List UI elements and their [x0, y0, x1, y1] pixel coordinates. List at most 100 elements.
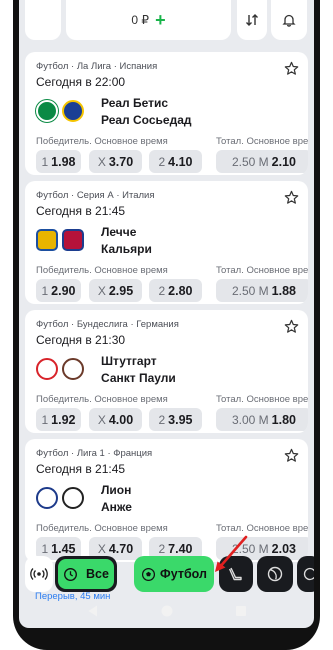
- odd-value: 3.95: [168, 412, 193, 427]
- odd-button-1[interactable]: 1 1.98: [36, 150, 81, 173]
- event-card[interactable]: Футбол · Лига 1 · Франция Сегодня в 21:4…: [25, 439, 308, 562]
- team1-name: Лион: [101, 483, 132, 497]
- market-winner-label: Победитель. Основное время: [36, 136, 168, 147]
- odd-label: 2: [158, 154, 166, 169]
- team2-name: Санкт Паули: [101, 371, 176, 385]
- sport-filter-bar: Все Футбол: [19, 556, 314, 596]
- event-time: Сегодня в 21:45: [36, 204, 126, 218]
- team1-logo: [36, 229, 58, 251]
- favorite-star-icon[interactable]: [284, 190, 299, 205]
- favorite-star-icon[interactable]: [284, 448, 299, 463]
- all-filter-label: Все: [86, 567, 109, 581]
- sort-arrows-icon: [246, 14, 258, 26]
- all-filter-chip[interactable]: Все: [55, 556, 117, 592]
- team2-name: Анже: [101, 500, 132, 514]
- odd-value: 1.80: [271, 412, 297, 427]
- bell-icon: [282, 14, 296, 27]
- event-league: Футбол · Ла Лига · Испания: [36, 61, 158, 72]
- sport-filter-chip[interactable]: [257, 556, 293, 592]
- football-filter-chip[interactable]: Футбол: [134, 556, 214, 592]
- team1-logo: [36, 358, 58, 380]
- sport-icon: [303, 567, 314, 581]
- clock-icon: [64, 567, 77, 581]
- odd-value: 3.70: [108, 154, 134, 169]
- odd-value: 2.03: [271, 541, 297, 556]
- event-card[interactable]: Футбол · Серия А · Италия Сегодня в 21:4…: [25, 181, 308, 304]
- market-winner-label: Победитель. Основное время: [36, 394, 168, 405]
- market-total-label: Тотал. Основное время: [216, 136, 308, 147]
- odd-label: 2.50 М: [231, 154, 269, 169]
- odd-label: 2.50 М: [231, 283, 269, 298]
- favorite-star-icon[interactable]: [284, 319, 299, 334]
- team1-name: Реал Бетис: [101, 96, 169, 110]
- balance-button[interactable]: 0 ₽ +: [66, 0, 231, 40]
- odd-label: 2: [158, 541, 166, 556]
- odd-label: X: [97, 541, 106, 556]
- team1-name: Лечче: [101, 225, 137, 239]
- odd-value: 4.10: [168, 154, 193, 169]
- top-bar: 0 ₽ +: [19, 0, 314, 44]
- sort-button[interactable]: [237, 0, 267, 40]
- team2-logo: [62, 487, 84, 509]
- odd-button-x[interactable]: X 4.00: [89, 408, 142, 431]
- event-league: Футбол · Бундеслига · Германия: [36, 319, 179, 330]
- recents-icon[interactable]: [234, 604, 248, 618]
- team1-logo: [36, 100, 58, 122]
- back-icon[interactable]: [86, 604, 100, 618]
- favorite-star-icon[interactable]: [284, 61, 299, 76]
- team2-logo: [62, 229, 84, 251]
- odd-label: 1: [41, 283, 49, 298]
- odd-button-total[interactable]: 2.50 М 2.10: [216, 150, 308, 173]
- odd-button-x[interactable]: X 3.70: [89, 150, 142, 173]
- system-nav-bar: [13, 596, 320, 626]
- odd-value: 4.70: [108, 541, 134, 556]
- menu-button[interactable]: [25, 0, 61, 40]
- annotation-arrow-icon: [215, 535, 248, 572]
- event-time: Сегодня в 21:45: [36, 462, 126, 476]
- event-time: Сегодня в 21:30: [36, 333, 126, 347]
- football-filter-label: Футбол: [160, 567, 207, 581]
- odd-value: 1.98: [51, 154, 76, 169]
- phone: 0 ₽ + Футбол · Ла Лига · Испания Сегодня…: [0, 0, 333, 650]
- event-time: Сегодня в 22:00: [36, 75, 126, 89]
- odd-value: 1.45: [51, 541, 76, 556]
- live-filter-button[interactable]: [25, 556, 53, 592]
- team2-name: Кальяри: [101, 242, 152, 256]
- odd-label: X: [97, 154, 106, 169]
- live-broadcast-icon: [30, 568, 48, 580]
- team2-logo: [62, 100, 84, 122]
- odd-value: 2.80: [168, 283, 193, 298]
- market-winner-label: Победитель. Основное время: [36, 523, 168, 534]
- home-icon[interactable]: [160, 604, 174, 618]
- odd-label: 3.00 М: [231, 412, 269, 427]
- event-card[interactable]: Футбол · Ла Лига · Испания Сегодня в 22:…: [25, 52, 308, 175]
- odd-button-1[interactable]: 1 1.92: [36, 408, 81, 431]
- odd-button-total[interactable]: 2.50 М 1.88: [216, 279, 308, 302]
- sport-filter-chip[interactable]: [297, 556, 314, 592]
- odd-label: 1: [41, 412, 49, 427]
- odd-button-x[interactable]: X 2.95: [89, 279, 142, 302]
- event-card[interactable]: Футбол · Бундеслига · Германия Сегодня в…: [25, 310, 308, 433]
- market-total-label: Тотал. Основное время: [216, 265, 308, 276]
- team2-name: Реал Сосьедад: [101, 113, 192, 127]
- odd-button-1[interactable]: 1 2.90: [36, 279, 81, 302]
- odd-button-2[interactable]: 2 4.10: [149, 150, 202, 173]
- event-league: Футбол · Серия А · Италия: [36, 190, 155, 201]
- notifications-button[interactable]: [271, 0, 307, 40]
- odd-value: 2.95: [108, 283, 134, 298]
- market-total-label: Тотал. Основное время: [216, 394, 308, 405]
- odd-label: 1: [41, 541, 49, 556]
- odd-value: 2.90: [51, 283, 76, 298]
- odd-label: X: [97, 412, 106, 427]
- soccer-ball-icon: [142, 567, 156, 581]
- odd-value: 1.92: [51, 412, 76, 427]
- market-winner-label: Победитель. Основное время: [36, 265, 168, 276]
- all-filter-inner: Все: [58, 559, 114, 589]
- odd-button-2[interactable]: 2 3.95: [149, 408, 202, 431]
- odd-button-2[interactable]: 2 2.80: [149, 279, 202, 302]
- plus-icon: +: [155, 10, 166, 30]
- team1-logo: [36, 487, 58, 509]
- odd-value: 7.40: [168, 541, 193, 556]
- odd-button-total[interactable]: 3.00 М 1.80: [216, 408, 308, 431]
- event-league: Футбол · Лига 1 · Франция: [36, 448, 153, 459]
